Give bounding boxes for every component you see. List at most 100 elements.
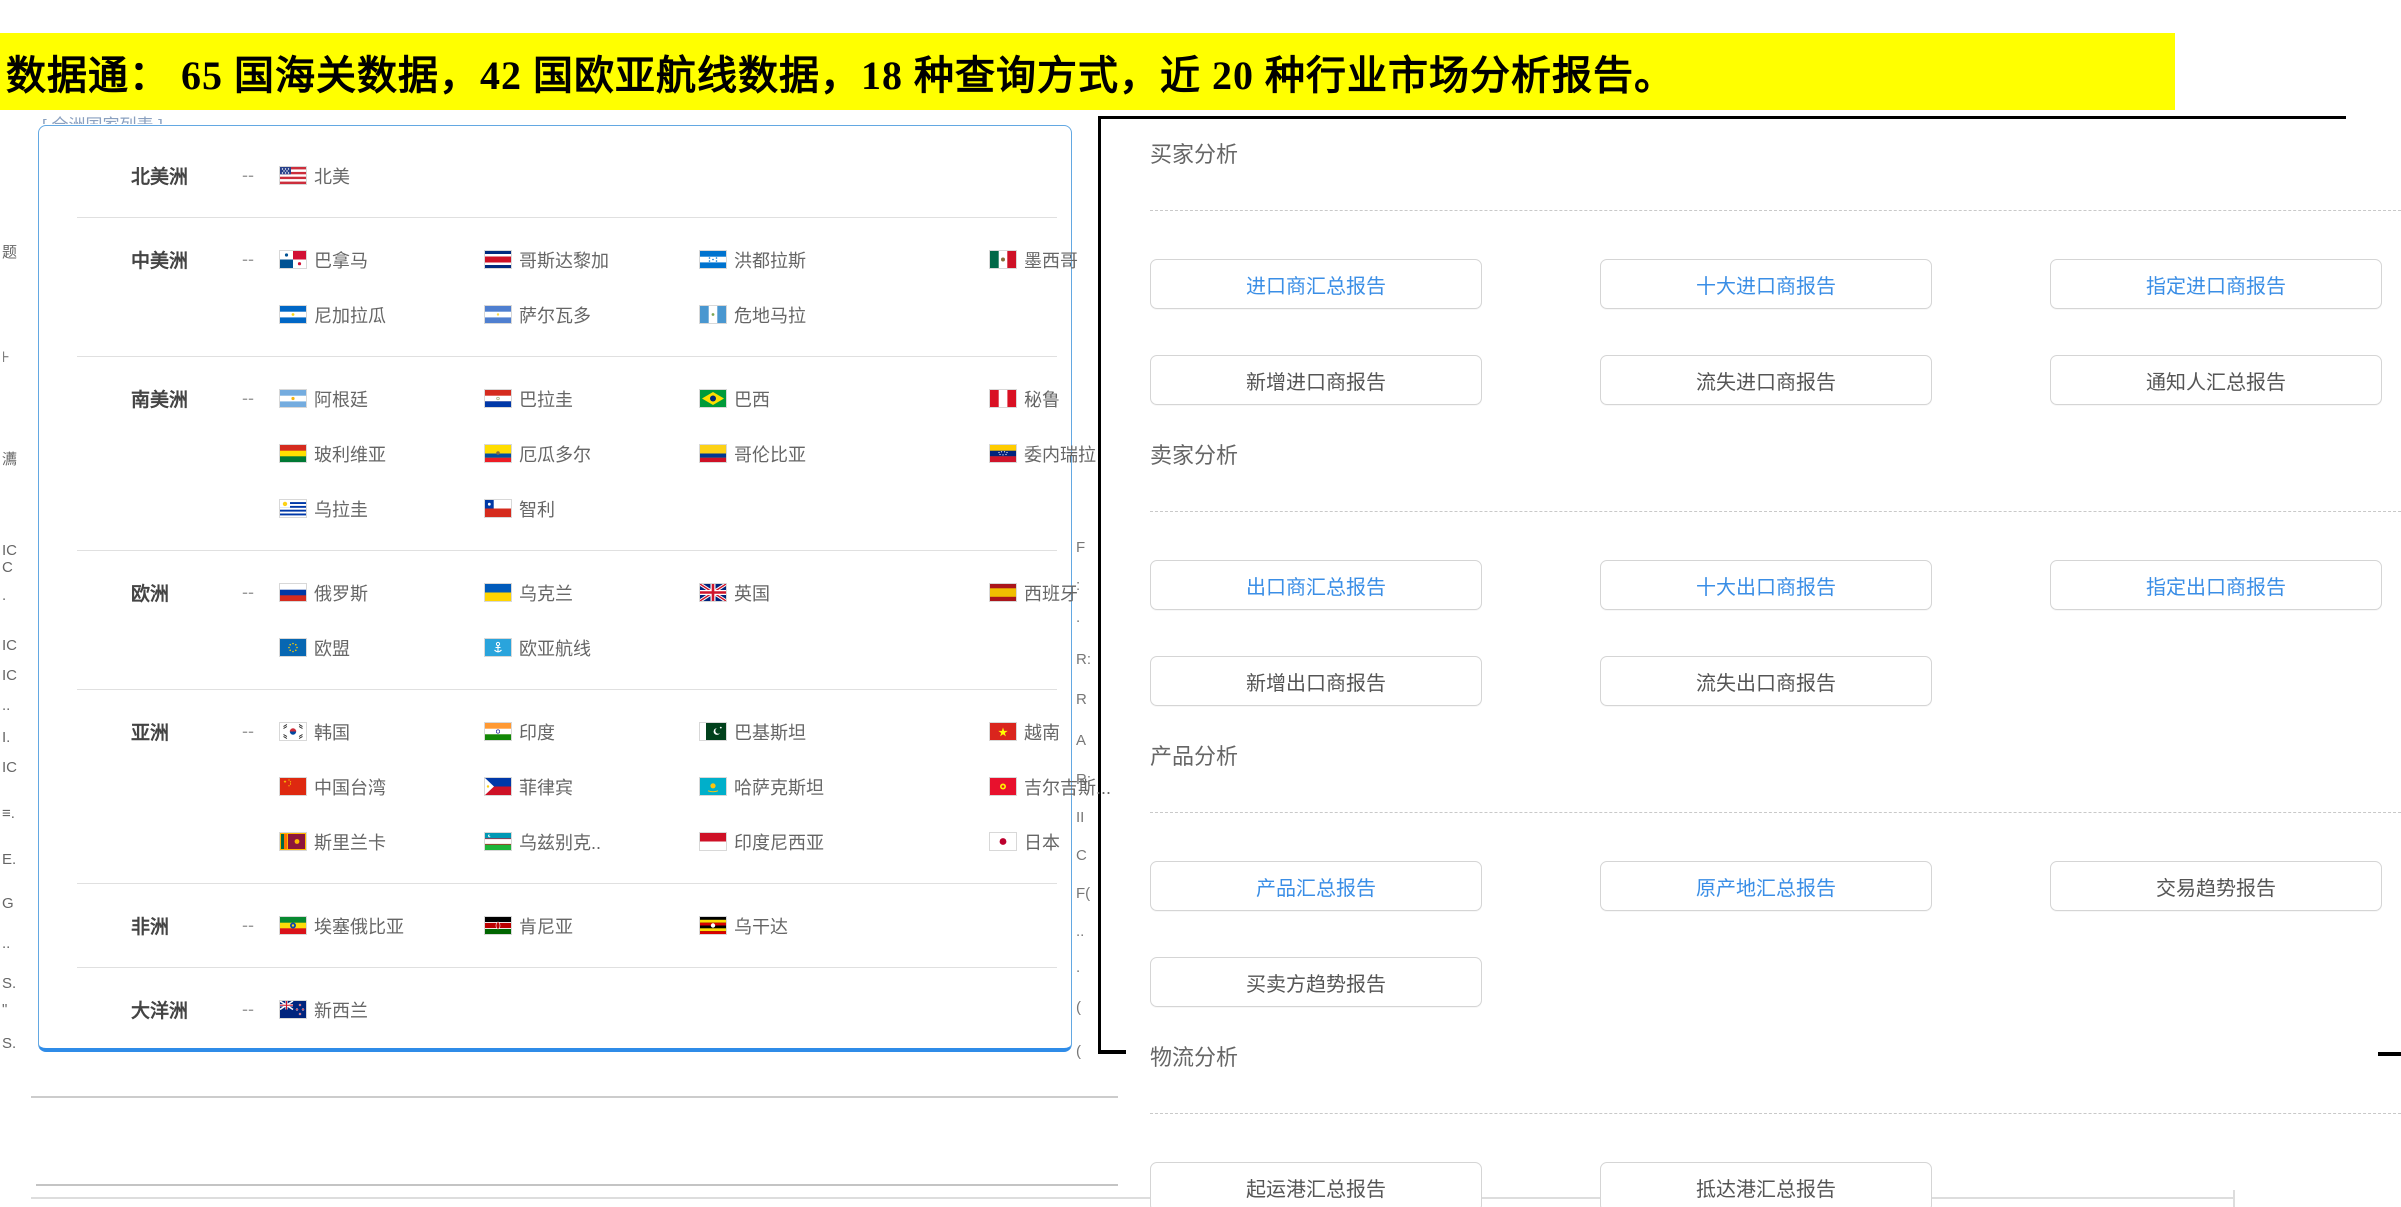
country-item-honduras[interactable]: 洪都拉斯: [700, 247, 990, 273]
annotation-box-left-line: [1098, 116, 1101, 1054]
country-item-vietnam[interactable]: 越南: [990, 719, 1111, 745]
clipped-dropdown-label-fragment: [ 全洲国家列表 ]: [42, 111, 382, 124]
country-name: 英国: [734, 580, 770, 606]
country-item-uganda[interactable]: 乌干达: [700, 913, 990, 939]
country-item-uruguay[interactable]: 乌拉圭: [280, 496, 485, 522]
country-item-srilanka[interactable]: 斯里兰卡: [280, 829, 485, 855]
uzbekistan-flag-icon: [485, 833, 511, 850]
country-item-bolivia[interactable]: 玻利维亚: [280, 441, 485, 467]
dashed-divider: [1150, 511, 2401, 512]
report-button-原产地汇总报告[interactable]: 原产地汇总报告: [1600, 861, 1932, 911]
report-button-抵达港汇总报告[interactable]: 抵达港汇总报告: [1600, 1162, 1932, 1207]
report-button-指定进口商报告[interactable]: 指定进口商报告: [2050, 259, 2382, 309]
country-name: 智利: [519, 496, 555, 522]
country-name: 韩国: [314, 719, 350, 745]
country-item-kazakhstan[interactable]: 哈萨克斯坦: [700, 774, 990, 800]
clipped-text-fragment: IC: [2, 638, 17, 653]
report-button-起运港汇总报告[interactable]: 起运港汇总报告: [1150, 1162, 1482, 1207]
country-item-brazil[interactable]: 巴西: [700, 386, 990, 412]
country-name: 萨尔瓦多: [519, 302, 591, 328]
report-button-流失进口商报告[interactable]: 流失进口商报告: [1600, 355, 1932, 405]
country-item-panama[interactable]: 巴拿马: [280, 247, 485, 273]
country-item-newzealand[interactable]: 新西兰: [280, 997, 485, 1023]
report-button-新增进口商报告[interactable]: 新增进口商报告: [1150, 355, 1482, 405]
chile-flag-icon: [485, 500, 511, 517]
report-button-指定出口商报告[interactable]: 指定出口商报告: [2050, 560, 2382, 610]
report-button-进口商汇总报告[interactable]: 进口商汇总报告: [1150, 259, 1482, 309]
report-button-交易趋势报告[interactable]: 交易趋势报告: [2050, 861, 2382, 911]
continent-list: 北美洲--北美中美洲--巴拿马哥斯达黎加洪都拉斯墨西哥尼加拉瓜萨尔瓦多危地马拉南…: [39, 134, 1071, 1051]
report-button-新增出口商报告[interactable]: 新增出口商报告: [1150, 656, 1482, 706]
country-name: 欧亚航线: [519, 635, 591, 661]
country-name: 吉尔吉斯...: [1024, 774, 1111, 800]
country-item-japan[interactable]: 日本: [990, 829, 1111, 855]
continent-label: 南美洲: [131, 385, 242, 412]
country-name: 北美: [314, 163, 350, 189]
country-item-ethiopia[interactable]: 埃塞俄比亚: [280, 913, 485, 939]
continent-separator: --: [242, 249, 280, 270]
country-item-uzbekistan[interactable]: 乌兹别克..: [485, 829, 700, 855]
country-item-uk[interactable]: 英国: [700, 580, 990, 606]
country-item-mexico[interactable]: 墨西哥: [990, 247, 1078, 273]
country-item-ecuador[interactable]: 厄瓜多尔: [485, 441, 700, 467]
country-item-nicaragua[interactable]: 尼加拉瓜: [280, 302, 485, 328]
country-item-philippines[interactable]: 菲律宾: [485, 774, 700, 800]
country-item-india[interactable]: 印度: [485, 719, 700, 745]
country-item-eurasia[interactable]: 欧亚航线: [485, 635, 700, 661]
country-item-colombia[interactable]: 哥伦比亚: [700, 441, 990, 467]
clipped-text-fragment: 瀳: [2, 452, 17, 467]
country-item-pakistan[interactable]: 巴基斯坦: [700, 719, 990, 745]
clipped-text-fragment: S.: [2, 976, 16, 991]
report-button-十大进口商报告[interactable]: 十大进口商报告: [1600, 259, 1932, 309]
continent-separator: --: [242, 582, 280, 603]
country-item-venezuela[interactable]: 委内瑞拉: [990, 441, 1096, 467]
report-button-row: 起运港汇总报告 抵达港汇总报告: [1150, 1162, 2401, 1207]
nicaragua-flag-icon: [280, 306, 306, 323]
clipped-text-fragment: R:: [1076, 652, 1091, 667]
country-item-spain[interactable]: 西班牙: [990, 580, 1078, 606]
promo-banner-text: 数据通： 65 国海关数据，42 国欧亚航线数据，18 种查询方式，近 20 种…: [0, 43, 1675, 101]
country-item-eu[interactable]: 欧盟: [280, 635, 485, 661]
country-item-paraguay[interactable]: 巴拉圭: [485, 386, 700, 412]
country-item-indonesia[interactable]: 印度尼西亚: [700, 829, 990, 855]
country-item-kenya[interactable]: 肯尼亚: [485, 913, 700, 939]
report-button-流失出口商报告[interactable]: 流失出口商报告: [1600, 656, 1932, 706]
country-item-peru[interactable]: 秘鲁: [990, 386, 1096, 412]
country-name: 埃塞俄比亚: [314, 913, 404, 939]
clipped-text-fragment: (: [1076, 1044, 1081, 1059]
country-name: 中国台湾: [314, 774, 386, 800]
clipped-text-fragment: C: [2, 560, 13, 575]
continent-label: 亚洲: [131, 718, 242, 745]
country-item-argentina[interactable]: 阿根廷: [280, 386, 485, 412]
country-name: 乌克兰: [519, 580, 573, 606]
country-item-russia[interactable]: 俄罗斯: [280, 580, 485, 606]
eurasia-flag-icon: [485, 639, 511, 656]
report-button-出口商汇总报告[interactable]: 出口商汇总报告: [1150, 560, 1482, 610]
country-item-guatemala[interactable]: 危地马拉: [700, 302, 990, 328]
country-item-elsalvador[interactable]: 萨尔瓦多: [485, 302, 700, 328]
clipped-text-fragment: IC: [2, 760, 17, 775]
clipped-text-fragment: .: [1076, 960, 1080, 975]
us-flag-icon: [280, 167, 306, 184]
report-section-title: 物流分析: [1150, 1043, 2401, 1073]
country-item-korea[interactable]: 韩国: [280, 719, 485, 745]
country-item-ukraine[interactable]: 乌克兰: [485, 580, 700, 606]
clipped-text-fragment: 题: [2, 245, 17, 260]
ethiopia-flag-icon: [280, 917, 306, 934]
clipped-text-fragment: F: [1076, 540, 1085, 555]
continent-separator: --: [242, 388, 280, 409]
background-line-2: [36, 1184, 1118, 1186]
country-item-costarica[interactable]: 哥斯达黎加: [485, 247, 700, 273]
country-item-kyrgyzstan[interactable]: 吉尔吉斯...: [990, 774, 1111, 800]
country-item-us[interactable]: 北美: [280, 163, 485, 189]
report-button-买卖方趋势报告[interactable]: 买卖方趋势报告: [1150, 957, 1482, 1007]
report-button-十大出口商报告[interactable]: 十大出口商报告: [1600, 560, 1932, 610]
country-item-taiwan[interactable]: 中国台湾: [280, 774, 485, 800]
report-button-通知人汇总报告[interactable]: 通知人汇总报告: [2050, 355, 2382, 405]
report-button-row: 新增出口商报告 流失出口商报告: [1150, 656, 2401, 706]
ukraine-flag-icon: [485, 584, 511, 601]
country-item-chile[interactable]: 智利: [485, 496, 700, 522]
russia-flag-icon: [280, 584, 306, 601]
report-button-产品汇总报告[interactable]: 产品汇总报告: [1150, 861, 1482, 911]
dashed-divider: [1150, 1113, 2401, 1114]
